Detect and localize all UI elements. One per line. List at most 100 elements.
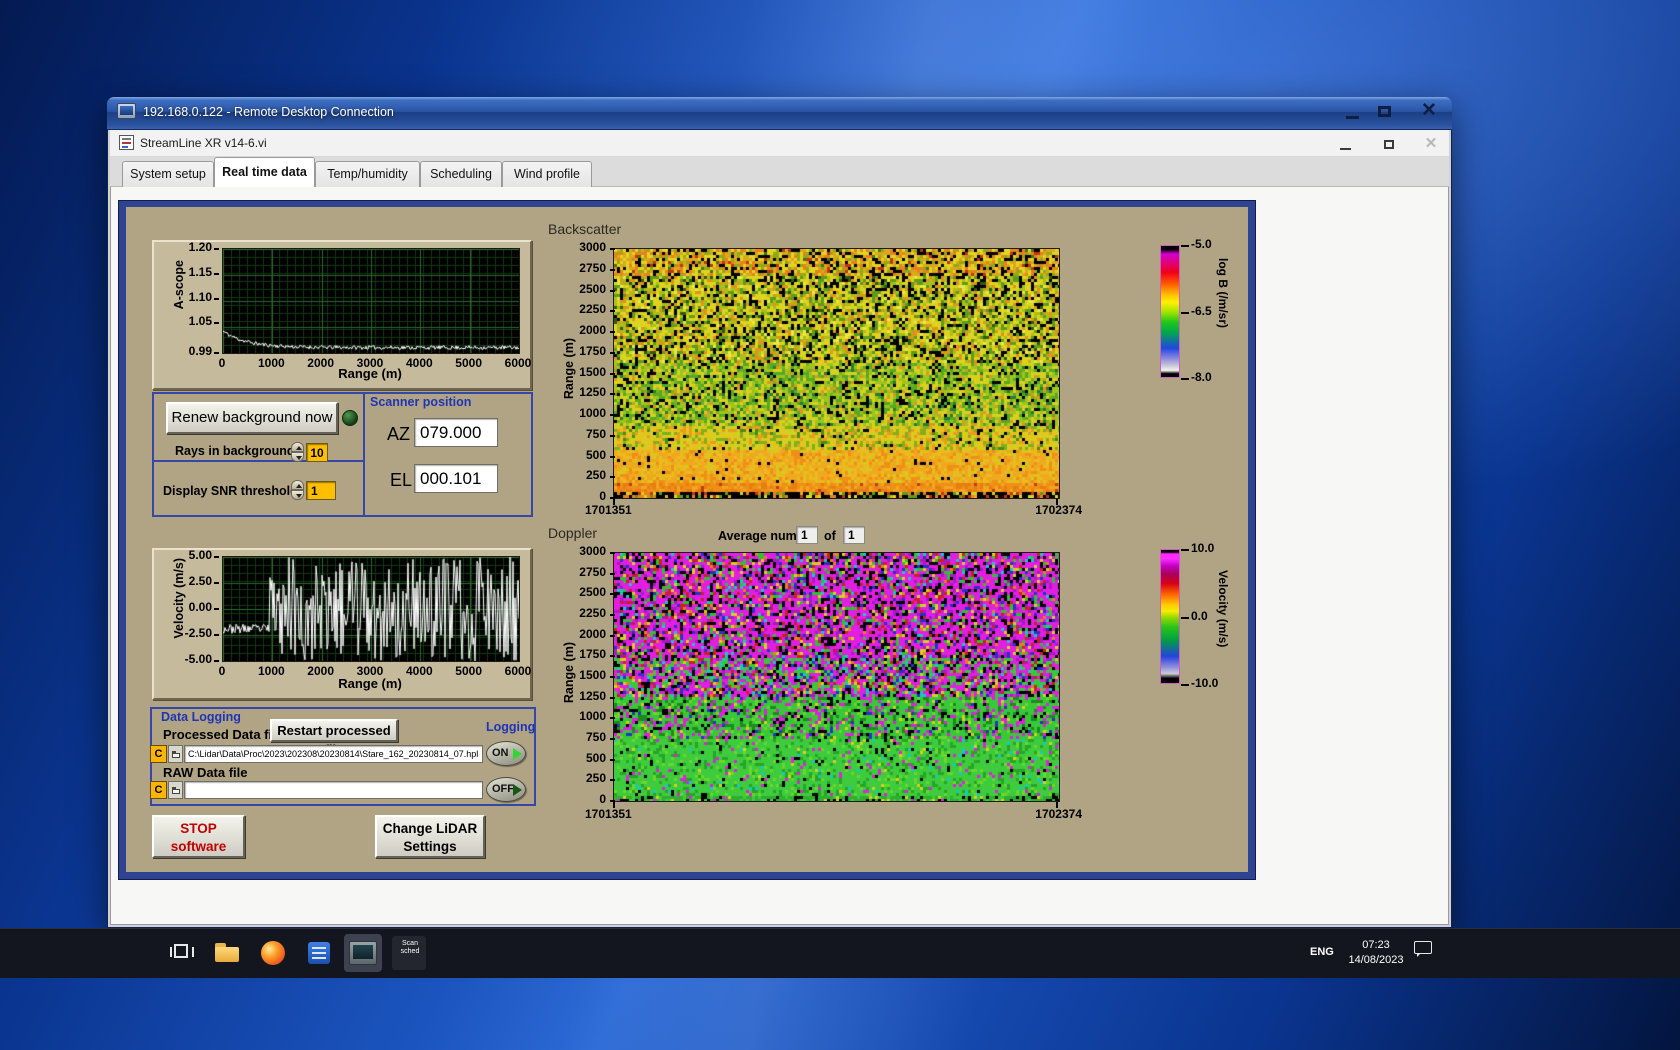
snr-value-field[interactable]: 1 (306, 481, 336, 500)
raw-browse-icon[interactable] (168, 781, 183, 799)
data-logging-title: Data Logging (161, 710, 241, 724)
doppler-x-start: 1701351 (585, 807, 632, 821)
rays-spinner[interactable] (291, 442, 304, 462)
change-lidar-settings-button[interactable]: Change LiDAR Settings (375, 815, 485, 858)
blue-app-icon[interactable] (304, 938, 334, 968)
az-value-field[interactable]: 079.000 (414, 418, 498, 447)
tick-label: 2000 (579, 626, 606, 641)
tick-label: 1000 (257, 356, 285, 370)
tick-label: 0 (218, 356, 226, 370)
tick-label: 5000 (455, 664, 482, 678)
stop-software-button[interactable]: STOP software (152, 815, 245, 858)
tick-label: 0.00 (188, 600, 212, 614)
tick-mark (1056, 499, 1058, 505)
tick-mark (214, 660, 219, 662)
processed-path-field[interactable]: C:\Lidar\Data\Proc\2023\202308\20230814\… (184, 745, 483, 763)
app-window-title: StreamLine XR v14-6.vi (140, 136, 267, 150)
tick-mark (610, 414, 615, 416)
off-label: OFF (492, 783, 514, 795)
of-label: of (824, 529, 836, 543)
renew-background-button[interactable]: Renew background now (166, 402, 338, 434)
tick-mark (610, 758, 615, 761)
ascope-plot-canvas (222, 248, 520, 354)
firefox-icon[interactable] (258, 938, 288, 968)
average-total-field[interactable]: 1 (843, 526, 865, 544)
app-minimize-icon[interactable] (1340, 148, 1351, 150)
tick-label: 1.20 (188, 240, 212, 254)
rays-value-field[interactable]: 10 (306, 443, 328, 462)
tick-label: 5000 (455, 356, 482, 370)
tick-mark (214, 556, 219, 558)
doppler-x-end: 1702374 (1035, 807, 1082, 821)
tick-mark (610, 614, 615, 616)
tick-mark (1181, 378, 1189, 380)
change-line2: Settings (403, 839, 457, 854)
tab-temp-humidity[interactable]: Temp/humidity (315, 161, 420, 187)
tick-mark (610, 372, 615, 375)
file-explorer-icon[interactable] (212, 938, 242, 968)
raw-path-field[interactable] (184, 781, 483, 799)
background-status-led (342, 410, 358, 426)
on-label: ON (492, 747, 509, 759)
off-led-icon (513, 784, 522, 796)
raw-drive-button[interactable]: C (150, 781, 167, 799)
tick-mark (610, 248, 615, 250)
backscatter-x-start: 1701351 (585, 503, 632, 517)
snr-spinner[interactable] (291, 480, 304, 500)
tick-mark (610, 289, 615, 292)
processed-logging-toggle[interactable]: ON (486, 741, 526, 766)
processed-data-file-label: Processed Data file (163, 727, 283, 742)
tick-mark (214, 322, 219, 325)
tick-mark (1181, 549, 1189, 551)
tick-label: 1750 (579, 343, 606, 358)
tick-mark (613, 499, 615, 505)
stop-line1: STOP (180, 821, 217, 836)
language-indicator[interactable]: ENG (1310, 946, 1334, 958)
rdp-close-icon[interactable]: ✕ (1418, 101, 1440, 121)
tick-label: 3000 (579, 240, 606, 254)
rdp-maximize-icon[interactable] (1378, 106, 1391, 117)
notification-icon[interactable] (1414, 941, 1432, 957)
tick-label: 2000 (307, 356, 334, 370)
remote-desktop-taskbar-icon[interactable] (349, 941, 377, 965)
raw-logging-toggle[interactable]: OFF (486, 777, 526, 802)
tick-label: -6.5 (1191, 303, 1212, 318)
el-value-field[interactable]: 000.101 (414, 464, 498, 493)
backscatter-section-label: Backscatter (548, 221, 622, 237)
tick-label: 1000 (257, 664, 285, 678)
tick-label: 500 (585, 447, 606, 462)
average-number-field[interactable]: 1 (796, 526, 818, 544)
tick-mark (214, 272, 219, 275)
tab-real-time-data[interactable]: Real time data (214, 157, 315, 187)
tick-mark (1181, 684, 1189, 686)
tick-label: 500 (585, 750, 606, 765)
backscatter-heatmap-canvas (613, 248, 1060, 499)
tick-label: 10.0 (1191, 541, 1215, 555)
processed-drive-button[interactable]: C (150, 745, 167, 763)
rdp-minimize-icon[interactable] (1346, 116, 1359, 119)
app-restore-icon[interactable] (1384, 140, 1394, 149)
tick-mark (610, 393, 615, 396)
app-close-icon[interactable]: ✕ (1422, 136, 1440, 152)
tick-label: -8.0 (1191, 370, 1212, 384)
tab-wind-profile[interactable]: Wind profile (502, 161, 592, 187)
tick-label: 2500 (579, 585, 606, 600)
tick-label: 2000 (307, 664, 334, 678)
az-label: AZ (387, 424, 411, 444)
tick-label: 3000 (579, 544, 606, 558)
app-titlebar[interactable] (110, 130, 1449, 157)
processed-browse-icon[interactable] (168, 745, 183, 763)
velocity-x-axis-label: Range (m) (338, 676, 402, 691)
tick-label: 2.50 (188, 574, 212, 588)
tab-system-setup[interactable]: System setup (122, 161, 214, 187)
tab-scheduling[interactable]: Scheduling (420, 161, 502, 187)
taskbar-clock[interactable]: 07:23 14/08/2023 (1342, 938, 1410, 968)
task-view-icon[interactable] (168, 938, 198, 968)
restart-processed-file-button[interactable]: Restart processed file (270, 719, 398, 757)
tick-mark (610, 655, 615, 658)
remote-desktop-icon (117, 103, 136, 119)
tick-label: 4000 (405, 356, 433, 370)
vi-file-icon (119, 135, 134, 150)
tick-mark (1056, 802, 1058, 808)
tick-label: 2750 (579, 260, 606, 275)
